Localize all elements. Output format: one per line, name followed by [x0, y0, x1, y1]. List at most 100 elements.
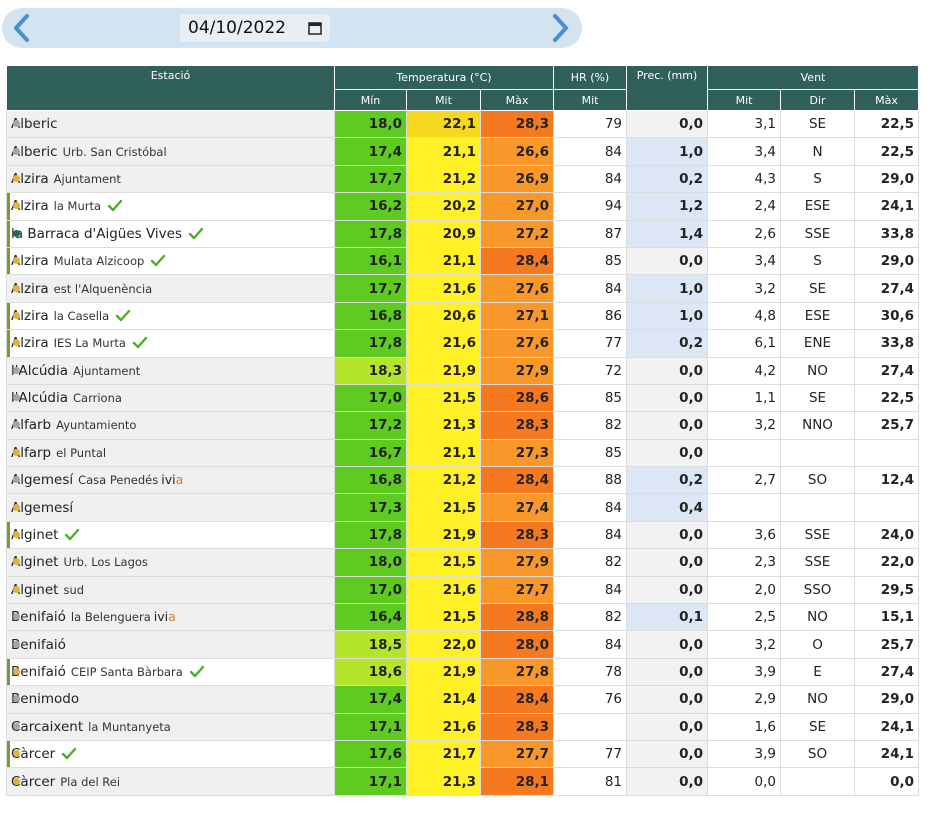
table-row[interactable]: Alberic Urb. San Cristóbal 17,4 21,1 26,6 84 1…	[6, 137, 920, 166]
station-name-cell[interactable]: Alzira IES La Murta	[6, 329, 335, 358]
table-row[interactable]: Benifaió 18,5 22,0 28,0 84 0,0 3,2 O 25,7	[6, 630, 920, 659]
header-vent-mit[interactable]: Mit	[707, 89, 782, 111]
prec-cell: 0,0	[626, 767, 709, 796]
prec-cell: 0,0	[626, 520, 709, 550]
station-name-cell[interactable]: Alzira Mulata Alzicoop	[6, 246, 335, 276]
check-icon	[132, 337, 148, 349]
station-name-cell[interactable]: Alberic Urb. San Cristóbal	[6, 137, 335, 166]
table-row[interactable]: Benifaió CEIP Santa Bàrbara 18,6 21,9 27,8 78…	[6, 657, 920, 687]
station-name-cell[interactable]: Benifaió	[6, 630, 335, 659]
table-row[interactable]: Carcaixent la Muntanyeta 17,1 21,6 28,3 0,0 1,…	[6, 712, 920, 741]
date-value: 04/10/2022	[188, 18, 286, 38]
station-name-cell[interactable]: Alfarp el Puntal	[6, 438, 335, 468]
status-dot-icon	[13, 777, 20, 785]
temp-mit-cell: 21,6	[406, 712, 481, 741]
table-row[interactable]: l'Alcúdia Ajuntament 18,3 21,9 27,9 72 0,0 4,2 N…	[6, 356, 920, 385]
temp-max-cell: 28,3	[479, 411, 555, 440]
wind-dir-cell	[780, 493, 856, 522]
station-name-cell[interactable]: Alzira la Casella	[6, 301, 335, 331]
station-name-cell[interactable]: Benimodo	[6, 685, 335, 714]
station-name-cell[interactable]: Alginet	[6, 520, 335, 550]
prec-cell: 1,0	[626, 274, 709, 303]
station-name-cell[interactable]: Algemesí Casa Penedés ivia	[6, 466, 335, 495]
station-name-cell[interactable]: Alginet sud	[6, 575, 335, 605]
header-temp-max[interactable]: Màx	[479, 89, 555, 111]
station-name-cell[interactable]: Carcaixent la Muntanyeta	[6, 712, 335, 741]
table-row[interactable]: Alzira la Murta 16,2 20,2 27,0 94 1,2 2,4 ESE 24,…	[6, 192, 920, 221]
status-dot-icon	[13, 366, 20, 374]
station-name-cell[interactable]: Càrcer	[6, 739, 335, 769]
status-dot-icon	[13, 174, 20, 182]
table-row[interactable]: Alzira Ajuntament 17,7 21,2 26,9 84 0,2 4,3 S 29,…	[6, 164, 920, 194]
temp-max-cell: 28,4	[479, 685, 555, 714]
table-row[interactable]: Alzira la Casella 16,8 20,6 27,1 86 1,0 4,8 ESE 3…	[6, 301, 920, 331]
table-row[interactable]: Alginet 17,8 21,9 28,3 84 0,0 3,6 SSE 24,0	[6, 520, 920, 550]
station-name-cell[interactable]: Benifaió la Belenguera ivia	[6, 603, 335, 632]
wind-mit-cell: 4,3	[707, 164, 782, 194]
calendar-icon[interactable]	[308, 21, 322, 35]
previous-day-button[interactable]	[6, 8, 36, 48]
station-name-cell[interactable]: Càrcer Pla del Rei	[6, 767, 335, 796]
header-prec[interactable]: Prec. (mm)	[626, 65, 709, 111]
station-name-cell[interactable]: Alzira Ajuntament	[6, 164, 335, 194]
station-name-cell[interactable]: la Barraca d'Aigües Vives	[6, 219, 335, 248]
station-name-cell[interactable]: Alginet Urb. Los Lagos	[6, 548, 335, 577]
table-row[interactable]: Càrcer 17,6 21,7 27,7 77 0,0 3,9 SO 24,1	[6, 739, 920, 769]
station-name-cell[interactable]: Alzira est l'Alquenència	[6, 274, 335, 303]
next-day-button[interactable]	[546, 8, 576, 48]
header-temp-min[interactable]: Mín	[334, 89, 407, 111]
table-row[interactable]: Alzira Mulata Alzicoop 16,1 21,1 28,4 85 0,0 3,…	[6, 246, 920, 276]
station-subname: Urb. San Cristóbal	[62, 144, 167, 159]
date-input[interactable]: 04/10/2022	[180, 14, 330, 42]
table-row[interactable]: Càrcer Pla del Rei 17,1 21,3 28,1 81 0,0 0,0 0,0	[6, 767, 920, 796]
header-temp-mit[interactable]: Mit	[406, 89, 481, 111]
table-row[interactable]: Alzira IES La Murta 17,8 21,6 27,6 77 0,2 6,1 EN…	[6, 329, 920, 358]
status-dot-icon	[13, 147, 20, 155]
station-name[interactable]: Algemesí	[11, 472, 73, 488]
prec-cell: 1,4	[626, 219, 709, 248]
prec-cell: 0,2	[626, 466, 709, 495]
header-vent-dir[interactable]: Dir	[780, 89, 856, 111]
wind-dir-cell: ESE	[780, 192, 856, 221]
table-row[interactable]: Algemesí Casa Penedés ivia 16,8 21,2 28,4 88 0,…	[6, 466, 920, 495]
station-name[interactable]: Carcaixent	[11, 719, 83, 735]
station-name-cell[interactable]: Alzira la Murta	[6, 192, 335, 221]
table-row[interactable]: l'Alcúdia Carriona 17,0 21,5 28,6 85 0,0 1,1 SE 2…	[6, 383, 920, 413]
wind-max-cell: 24,1	[854, 739, 920, 769]
station-subname: Ajuntament	[73, 363, 141, 378]
table-row[interactable]: Alberic 18,0 22,1 28,3 79 0,0 3,1 SE 22,5	[6, 109, 920, 139]
wind-dir-cell: NO	[780, 685, 856, 714]
station-name[interactable]: Algemesí	[11, 500, 73, 516]
status-dot-icon	[13, 284, 20, 292]
temp-mit-cell: 21,6	[406, 329, 481, 358]
temp-max-cell: 27,9	[479, 548, 555, 577]
table-row[interactable]: Alginet Urb. Los Lagos 18,0 21,5 27,9 82 0,0 2,…	[6, 548, 920, 577]
station-name-cell[interactable]: Algemesí	[6, 493, 335, 522]
wind-mit-cell: 3,2	[707, 274, 782, 303]
station-name-cell[interactable]: Alfarb Ayuntamiento	[6, 411, 335, 440]
table-row[interactable]: Alfarp el Puntal 16,7 21,1 27,3 85 0,0	[6, 438, 920, 468]
station-name-cell[interactable]: Alberic	[6, 109, 335, 139]
header-hr-mit[interactable]: Mit	[553, 89, 628, 111]
temp-mit-cell: 21,1	[406, 246, 481, 276]
table-row[interactable]: Alginet sud 17,0 21,6 27,7 84 0,0 2,0 SSO 29,5	[6, 575, 920, 605]
station-name-cell[interactable]: Benifaió CEIP Santa Bàrbara	[6, 657, 335, 687]
temp-min-cell: 16,8	[334, 301, 407, 331]
wind-max-cell	[854, 493, 920, 522]
station-name[interactable]: la Barraca d'Aigües Vives	[11, 226, 182, 242]
hr-cell	[553, 712, 628, 741]
header-vent-max[interactable]: Màx	[854, 89, 920, 111]
header-estacio[interactable]: Estació	[6, 65, 335, 111]
table-row[interactable]: Alzira est l'Alquenència 17,7 21,6 27,6 84 1,0…	[6, 274, 920, 303]
station-name-cell[interactable]: l'Alcúdia Carriona	[6, 383, 335, 413]
table-row[interactable]: Benifaió la Belenguera ivia 16,4 21,5 28,8 82 0…	[6, 603, 920, 632]
station-name[interactable]: Benimodo	[11, 691, 79, 707]
table-row[interactable]: Alfarb Ayuntamiento 17,2 21,3 28,3 82 0,0 3,2 NN…	[6, 411, 920, 440]
temp-max-cell: 28,8	[479, 603, 555, 632]
station-name-cell[interactable]: l'Alcúdia Ajuntament	[6, 356, 335, 385]
header-temperatura: Temperatura (°C)	[333, 65, 555, 90]
table-row[interactable]: Algemesí 17,3 21,5 27,4 84 0,4	[6, 493, 920, 522]
table-row[interactable]: Benimodo 17,4 21,4 28,4 76 0,0 2,9 NO 29,0	[6, 685, 920, 714]
table-row[interactable]: la Barraca d'Aigües Vives 17,8 20,9 27,2 87 1…	[6, 219, 920, 248]
temp-max-cell: 28,3	[479, 520, 555, 550]
